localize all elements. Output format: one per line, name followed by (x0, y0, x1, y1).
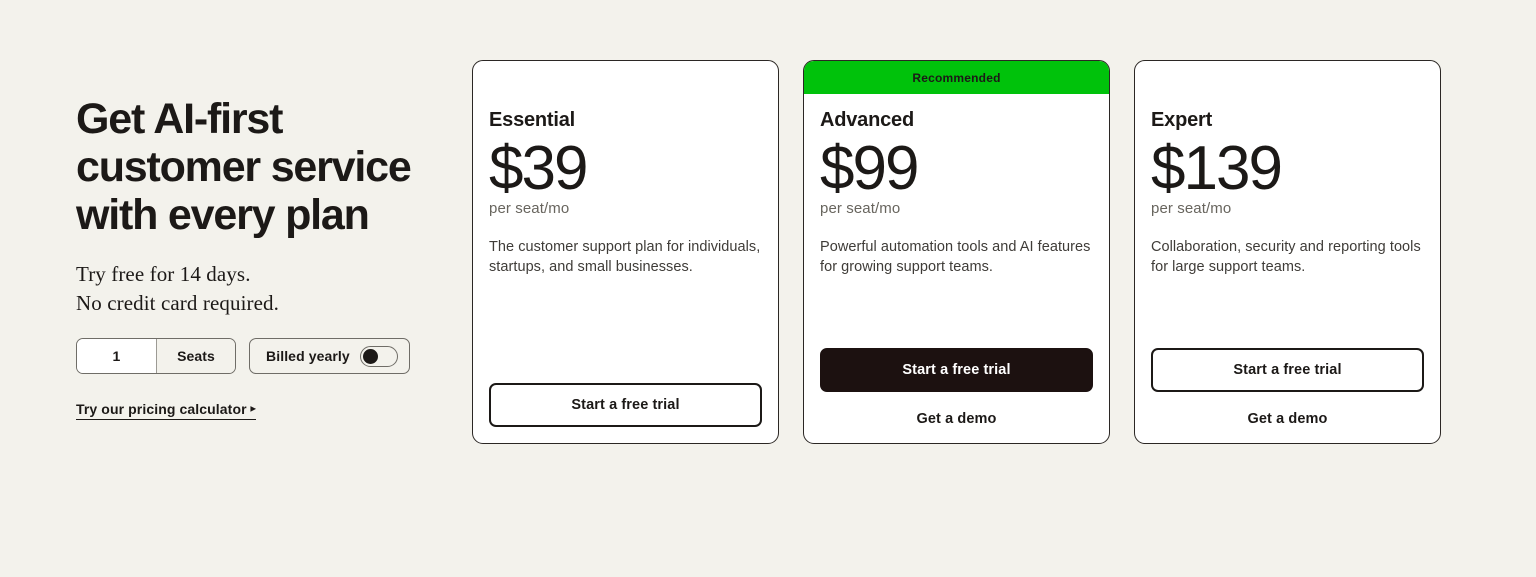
pricing-page: Get AI-first customer service with every… (0, 0, 1536, 577)
get-a-demo-link[interactable]: Get a demo (1151, 411, 1424, 427)
plan-name: Expert (1151, 109, 1213, 131)
start-free-trial-button[interactable]: Start a free trial (489, 383, 762, 427)
pricing-calculator-label: Try our pricing calculator (76, 401, 247, 417)
plan-price-unit: per seat/mo (820, 200, 901, 217)
chevron-right-icon: ▸ (250, 403, 256, 415)
page-title: Get AI-first customer service with every… (76, 95, 412, 239)
plan-card-body: Advanced $99 per seat/mo Powerful automa… (804, 94, 1109, 443)
plan-price: $39 (489, 134, 588, 203)
pricing-controls: Seats Billed yearly (76, 338, 446, 374)
plan-price-unit: per seat/mo (489, 200, 570, 217)
plan-card-essential: Essential $39 per seat/mo The customer s… (472, 60, 779, 444)
seats-input[interactable] (77, 339, 156, 373)
plan-name: Advanced (820, 109, 914, 131)
billed-yearly-label: Billed yearly (266, 348, 350, 364)
plan-card-expert: Expert $139 per seat/mo Collaboration, s… (1134, 60, 1441, 444)
plan-description: Powerful automation tools and AI feature… (820, 239, 1091, 275)
recommended-badge: Recommended (804, 61, 1109, 94)
plan-card-actions: Start a free trial Get a demo (820, 348, 1093, 443)
plan-card-advanced: Recommended Advanced $99 per seat/mo Pow… (803, 60, 1110, 444)
plan-name: Essential (489, 109, 576, 131)
seats-stepper-group: Seats (76, 338, 236, 374)
toggle-switch-icon[interactable] (359, 345, 398, 367)
pricing-calculator-link[interactable]: Try our pricing calculator ▸ (76, 401, 256, 420)
seats-label: Seats (156, 339, 235, 373)
hero-subtitle: Try free for 14 days. No credit card req… (76, 262, 279, 315)
start-free-trial-button[interactable]: Start a free trial (820, 348, 1093, 392)
plan-card-actions: Start a free trial Get a demo (1151, 348, 1424, 443)
plan-card-body: Essential $39 per seat/mo The customer s… (473, 61, 778, 443)
plan-card-body: Expert $139 per seat/mo Collaboration, s… (1135, 61, 1440, 443)
plan-description: Collaboration, security and reporting to… (1151, 239, 1421, 275)
get-a-demo-link[interactable]: Get a demo (820, 411, 1093, 427)
pricing-cards: Essential $39 per seat/mo The customer s… (472, 60, 1441, 444)
plan-price: $139 (1151, 134, 1283, 203)
plan-price-unit: per seat/mo (1151, 200, 1232, 217)
start-free-trial-button[interactable]: Start a free trial (1151, 348, 1424, 392)
plan-price: $99 (820, 134, 919, 203)
billed-yearly-toggle[interactable]: Billed yearly (249, 338, 410, 374)
hero-section: Get AI-first customer service with every… (76, 95, 446, 420)
toggle-knob (362, 348, 378, 364)
plan-card-actions: Start a free trial (489, 383, 762, 443)
plan-description: The customer support plan for individual… (489, 239, 761, 275)
